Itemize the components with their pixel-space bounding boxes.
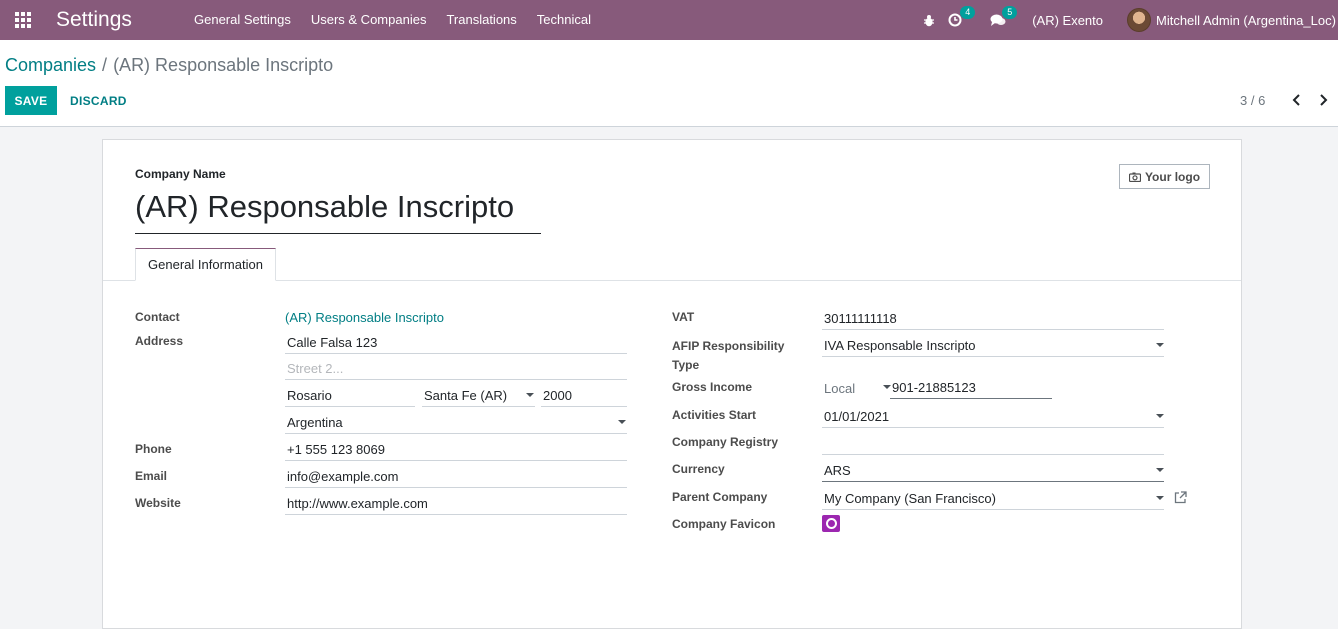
discard-button[interactable]: DISCARD bbox=[64, 86, 133, 115]
breadcrumb-companies-link[interactable]: Companies bbox=[5, 55, 96, 75]
phone-input[interactable]: +1 555 123 8069 bbox=[285, 437, 627, 461]
menu-general-settings[interactable]: General Settings bbox=[184, 0, 301, 40]
your-logo-label: Your logo bbox=[1144, 169, 1201, 184]
activity-count-badge: 4 bbox=[960, 6, 976, 19]
avatar bbox=[1127, 8, 1151, 32]
chevron-down-icon bbox=[526, 393, 534, 397]
company-name-input[interactable]: (AR) Responsable Inscripto bbox=[135, 186, 541, 234]
vat-label: VAT bbox=[672, 310, 695, 324]
company-favicon-label: Company Favicon bbox=[672, 517, 776, 531]
chevron-down-icon bbox=[618, 420, 626, 424]
website-label: Website bbox=[135, 496, 181, 510]
currency-label: Currency bbox=[672, 462, 725, 476]
company-registry-label: Company Registry bbox=[672, 435, 779, 449]
activities-start-input[interactable]: 01/01/2021 bbox=[822, 404, 1164, 428]
company-switcher[interactable]: (AR) Exento bbox=[1028, 0, 1127, 40]
external-link-icon[interactable] bbox=[1174, 491, 1187, 507]
zip-input[interactable]: 2000 bbox=[541, 383, 627, 407]
control-panel: Companies / (AR) Responsable Inscripto SAV… bbox=[0, 40, 1338, 127]
camera-icon bbox=[1128, 172, 1141, 182]
chevron-down-icon bbox=[1156, 468, 1164, 472]
website-input[interactable]: http://www.example.com bbox=[285, 491, 627, 515]
your-logo-button[interactable]: Your logo bbox=[1119, 164, 1210, 189]
contact-link[interactable]: (AR) Responsable Inscripto bbox=[285, 310, 444, 325]
street-input[interactable]: Calle Falsa 123 bbox=[285, 330, 627, 354]
menu-technical[interactable]: Technical bbox=[527, 0, 601, 40]
email-input[interactable]: info@example.com bbox=[285, 464, 627, 488]
messages-button[interactable]: 5 bbox=[984, 0, 1028, 40]
address-label: Address bbox=[135, 334, 184, 348]
gross-income-input[interactable]: 901-21885123 bbox=[890, 375, 1052, 399]
chevron-down-icon bbox=[1156, 343, 1164, 347]
country-select[interactable]: Argentina bbox=[285, 410, 627, 434]
chevron-down-icon bbox=[1156, 414, 1164, 418]
pager-value[interactable]: 3 / 6 bbox=[1240, 93, 1265, 108]
menu-users-companies[interactable]: Users & Companies bbox=[301, 0, 437, 40]
main-menu: General Settings Users & Companies Trans… bbox=[184, 0, 601, 40]
app-name[interactable]: Settings bbox=[56, 8, 184, 32]
breadcrumb: Companies / (AR) Responsable Inscripto bbox=[5, 55, 333, 76]
apps-menu-icon[interactable] bbox=[0, 0, 46, 40]
form-sheet: Company Name (AR) Responsable Inscripto … bbox=[102, 139, 1242, 629]
parent-company-label: Parent Company bbox=[672, 490, 768, 504]
menu-translations[interactable]: Translations bbox=[436, 0, 526, 40]
save-button[interactable]: SAVE bbox=[5, 86, 57, 115]
tab-general-information[interactable]: General Information bbox=[135, 248, 276, 281]
debug-icon[interactable] bbox=[914, 0, 944, 40]
user-name: Mitchell Admin (Argentina_Loc) bbox=[1156, 12, 1336, 28]
gross-income-label: Gross Income bbox=[672, 380, 753, 394]
chevron-right-icon[interactable] bbox=[1316, 91, 1330, 109]
breadcrumb-current: (AR) Responsable Inscripto bbox=[113, 55, 334, 75]
state-select[interactable]: Santa Fe (AR) bbox=[422, 383, 535, 407]
activity-button[interactable]: 4 bbox=[944, 0, 984, 40]
navbar-systray: 4 5 (AR) Exento Mitchell Admin (Argentin… bbox=[914, 0, 1338, 40]
email-label: Email bbox=[135, 469, 168, 483]
city-input[interactable]: Rosario bbox=[285, 383, 415, 407]
company-favicon-image[interactable] bbox=[822, 515, 840, 532]
street2-input[interactable]: Street 2... bbox=[285, 356, 627, 380]
chevron-down-icon bbox=[1156, 496, 1164, 500]
messages-count-badge: 5 bbox=[1002, 6, 1018, 19]
breadcrumb-separator: / bbox=[102, 55, 108, 75]
activities-start-label: Activities Start bbox=[672, 408, 757, 422]
currency-select[interactable]: ARS bbox=[822, 458, 1164, 482]
phone-label: Phone bbox=[135, 442, 172, 456]
company-registry-input[interactable] bbox=[822, 431, 1164, 455]
afip-responsibility-label: AFIP Responsibility Type bbox=[672, 339, 785, 372]
chevron-left-icon[interactable] bbox=[1289, 91, 1303, 109]
vat-input[interactable]: 30111111118 bbox=[822, 306, 1164, 330]
top-navbar: Settings General Settings Users & Compan… bbox=[0, 0, 1338, 40]
contact-label: Contact bbox=[135, 310, 180, 324]
company-name-label: Company Name bbox=[135, 167, 226, 181]
gross-income-type-select[interactable]: Local bbox=[822, 376, 891, 400]
favicon-ring-icon bbox=[825, 518, 837, 529]
afip-responsibility-select[interactable]: IVA Responsable Inscripto bbox=[822, 333, 1164, 357]
parent-company-select[interactable]: My Company (San Francisco) bbox=[822, 486, 1164, 510]
user-menu[interactable]: Mitchell Admin (Argentina_Loc) bbox=[1127, 0, 1338, 40]
